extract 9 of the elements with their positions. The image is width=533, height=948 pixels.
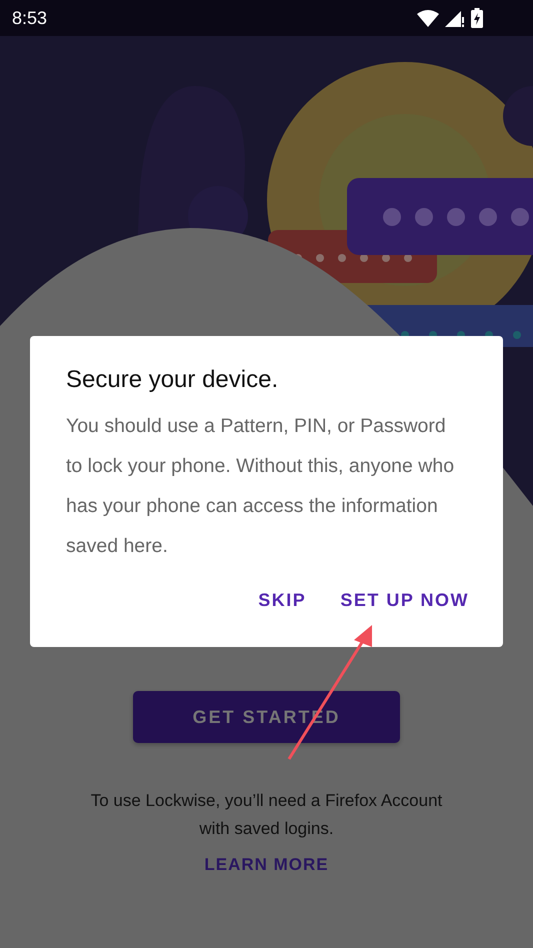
info-text: To use Lockwise, you’ll need a Firefox Account with saved logins. <box>90 790 444 840</box>
status-time: 8:53 <box>12 8 48 28</box>
dialog-message: You should use a Pattern, PIN, or Password to lock your phone. Without this, anyone who has your phone can access the information saved here. <box>66 414 456 559</box>
wifi-icon <box>417 10 439 26</box>
dialog-button[interactable]: SET UP NOW <box>340 586 469 615</box>
dialog-title: Secure your device. <box>66 366 280 394</box>
signal-icon <box>445 9 465 27</box>
dialog-button[interactable]: SKIP <box>258 586 306 615</box>
battery-charging-icon <box>471 8 483 28</box>
